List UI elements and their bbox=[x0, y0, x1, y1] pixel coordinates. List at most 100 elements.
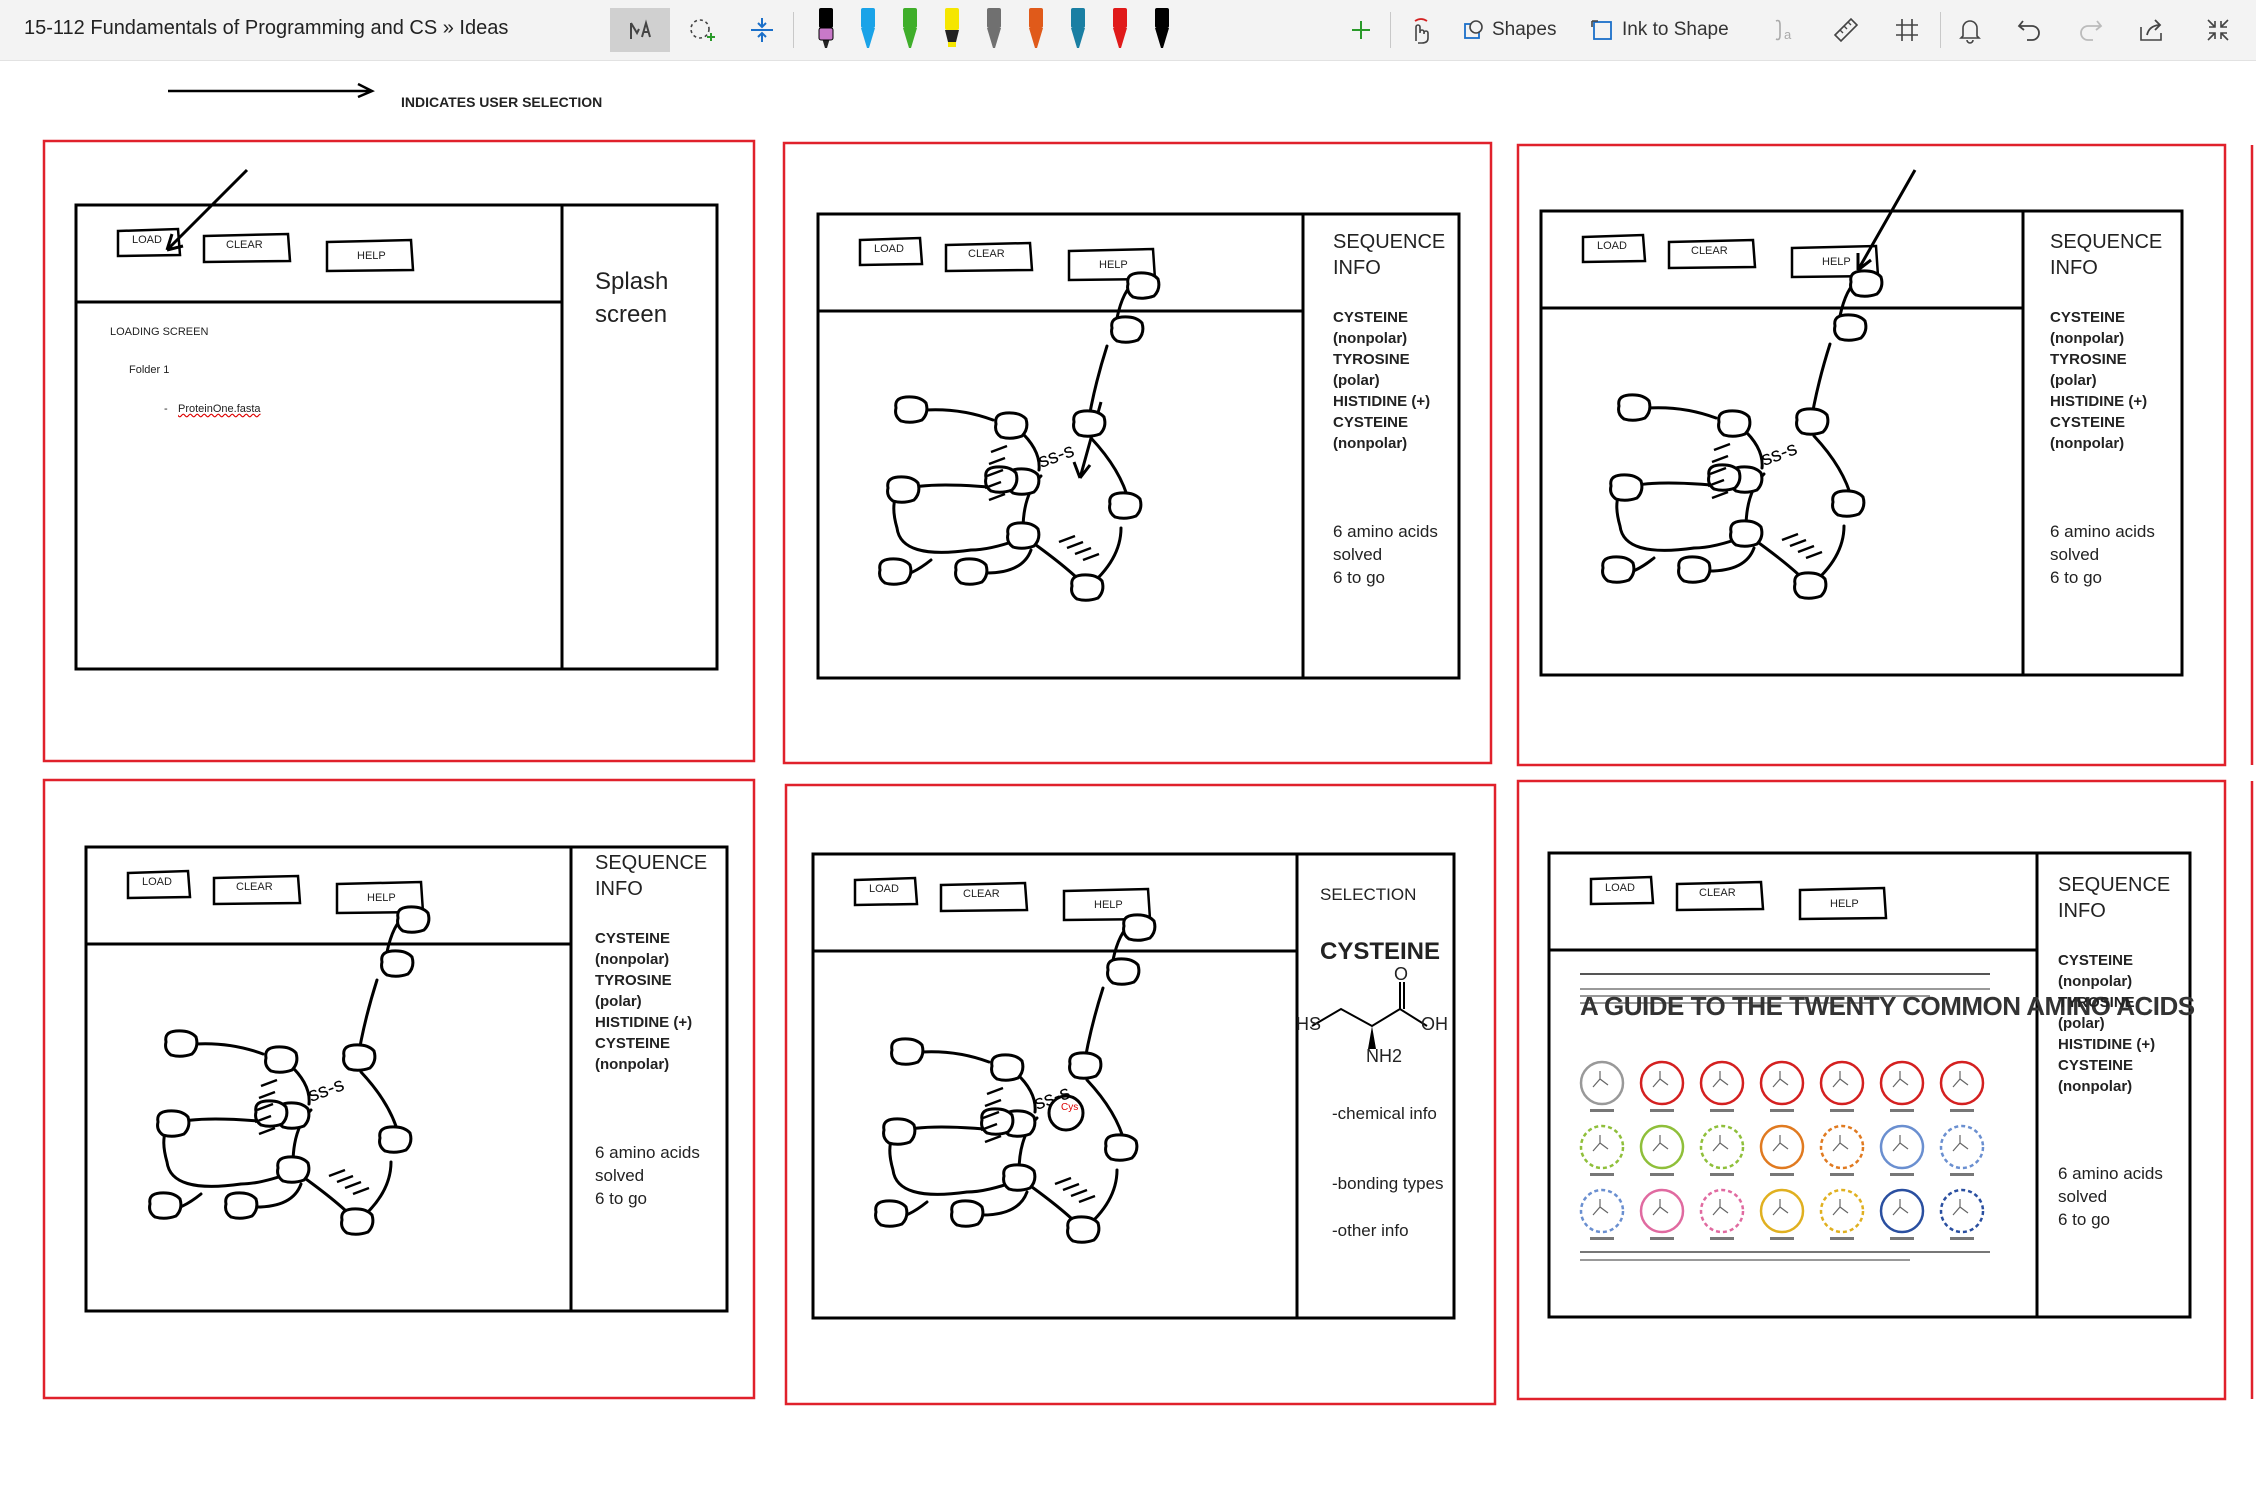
molecule-sketch bbox=[1592, 1199, 1609, 1216]
pen-icon bbox=[1029, 8, 1043, 48]
help-button[interactable]: HELP bbox=[1830, 898, 1859, 910]
amino-acid-node bbox=[1849, 269, 1884, 298]
amino-acid-node bbox=[1609, 473, 1644, 502]
grid-button[interactable] bbox=[1887, 8, 1927, 52]
amino-acid-icon bbox=[1639, 1060, 1685, 1106]
pen-7[interactable] bbox=[1062, 8, 1094, 52]
add-space-button[interactable] bbox=[740, 8, 784, 52]
load-button[interactable]: LOAD bbox=[132, 234, 162, 246]
pen-icon bbox=[1113, 8, 1127, 48]
selection-arrow-load bbox=[165, 168, 249, 252]
amino-acid-icon bbox=[1819, 1124, 1865, 1170]
clear-button[interactable]: CLEAR bbox=[226, 239, 263, 251]
pen-6[interactable] bbox=[1020, 8, 1052, 52]
clear-button[interactable]: CLEAR bbox=[1691, 245, 1728, 257]
sequence-info-title: SEQUENCE INFO bbox=[2058, 874, 2171, 922]
load-button[interactable]: LOAD bbox=[1605, 882, 1635, 894]
clear-button[interactable]: CLEAR bbox=[963, 888, 1000, 900]
atom-nh2: NH2 bbox=[1366, 1046, 1403, 1066]
molecule-sketch bbox=[1652, 1199, 1669, 1216]
share-button[interactable] bbox=[2130, 8, 2174, 52]
splash-screen-label: Splash screen bbox=[595, 268, 669, 328]
other-info-label: -other info bbox=[1332, 1221, 1409, 1240]
file-item[interactable]: ProteinOne.fasta bbox=[178, 403, 261, 415]
load-button[interactable]: LOAD bbox=[1597, 240, 1627, 252]
selection-title: SELECTION bbox=[1320, 885, 1417, 904]
help-button[interactable]: HELP bbox=[1099, 259, 1128, 271]
notifications-button[interactable] bbox=[1950, 8, 1990, 52]
undo-button[interactable] bbox=[2010, 8, 2050, 52]
pen-5[interactable] bbox=[978, 8, 1010, 52]
amino-acid-node bbox=[1677, 555, 1712, 584]
clear-button[interactable]: CLEAR bbox=[968, 248, 1005, 260]
shapes-button[interactable]: Shapes bbox=[1462, 8, 1562, 52]
amino-acid-caption bbox=[1650, 1109, 1674, 1112]
amino-acid-icon bbox=[1699, 1060, 1745, 1106]
pen-3[interactable] bbox=[894, 8, 926, 52]
disulfide-bond-mark: ss-s bbox=[1035, 439, 1077, 472]
help-button[interactable]: HELP bbox=[357, 250, 386, 262]
amino-acid-count: 6 amino acids solved 6 to go bbox=[2050, 522, 2155, 587]
amino-acid-node bbox=[1617, 393, 1652, 422]
amino-acid-node bbox=[340, 1207, 375, 1236]
ink-text-icon bbox=[630, 19, 651, 39]
ruler-button[interactable] bbox=[1826, 8, 1866, 52]
pen-8[interactable] bbox=[1104, 8, 1136, 52]
amino-acid-caption bbox=[1830, 1173, 1854, 1176]
amino-acid-node bbox=[994, 411, 1029, 440]
ink-to-math-button[interactable]: a bbox=[1765, 8, 1805, 52]
amino-acid-icon bbox=[1879, 1188, 1925, 1234]
chemical-info-label: -chemical info bbox=[1332, 1104, 1437, 1123]
clear-button[interactable]: CLEAR bbox=[1699, 887, 1736, 899]
hydrogen-bond-mark bbox=[1070, 1188, 1088, 1198]
ink-text-button[interactable] bbox=[610, 8, 670, 52]
redo-button[interactable] bbox=[2070, 8, 2110, 52]
molecule-sketch bbox=[1592, 1071, 1609, 1088]
load-button[interactable]: LOAD bbox=[874, 243, 904, 255]
help-button[interactable]: HELP bbox=[1094, 899, 1123, 911]
pen-9[interactable] bbox=[1146, 8, 1178, 52]
amino-acid-caption bbox=[1950, 1237, 1974, 1240]
hydrogen-bond-mark bbox=[1789, 538, 1807, 548]
pen-4[interactable] bbox=[936, 8, 968, 52]
amino-acid-node bbox=[1106, 957, 1141, 986]
pen-1[interactable] bbox=[810, 8, 842, 52]
sequence-info-list: CYSTEINE (nonpolar) TYROSINE (polar) HIS… bbox=[1333, 309, 1431, 452]
svg-text:a: a bbox=[1784, 27, 1792, 42]
amino-acid-icon bbox=[1699, 1124, 1745, 1170]
hydrogen-bond-mark bbox=[1713, 442, 1731, 452]
lasso-select-button[interactable] bbox=[680, 8, 724, 52]
molecule-sketch bbox=[1952, 1071, 1969, 1088]
molecule-sketch bbox=[1652, 1071, 1669, 1088]
pen-icon bbox=[945, 8, 959, 47]
disulfide-bond-mark: ss-s bbox=[305, 1073, 347, 1106]
amino-acid-caption bbox=[1950, 1109, 1974, 1112]
space-icon bbox=[751, 18, 773, 42]
pen-2[interactable] bbox=[852, 8, 884, 52]
amino-acid-node bbox=[1070, 573, 1105, 602]
amino-acid-icon bbox=[1939, 1188, 1985, 1234]
hydrogen-bond-mark bbox=[336, 1174, 354, 1184]
amino-acid-caption bbox=[1650, 1173, 1674, 1176]
add-pen-button[interactable] bbox=[1344, 8, 1378, 52]
load-button[interactable]: LOAD bbox=[142, 876, 172, 888]
pen-icon bbox=[1071, 8, 1085, 48]
notebook-canvas[interactable]: ss-s ss-s ss-s ss-s INDICATES USER SELECTIO… bbox=[0, 61, 2256, 1504]
collapse-ribbon-button[interactable] bbox=[2196, 8, 2240, 52]
help-button[interactable]: HELP bbox=[367, 892, 396, 904]
load-button[interactable]: LOAD bbox=[869, 883, 899, 895]
touch-draw-button[interactable] bbox=[1400, 8, 1440, 52]
bell-icon bbox=[1959, 20, 1981, 44]
ink-to-shape-button[interactable]: Ink to Shape bbox=[1590, 8, 1740, 52]
molecule-sketch bbox=[1952, 1135, 1969, 1152]
folder-item[interactable]: Folder 1 bbox=[129, 364, 169, 376]
guide-footer-text bbox=[1580, 1259, 1910, 1261]
pen-icon bbox=[861, 8, 875, 48]
ruler-icon bbox=[1833, 17, 1859, 43]
amino-acid-caption bbox=[1890, 1173, 1914, 1176]
clear-button[interactable]: CLEAR bbox=[236, 881, 273, 893]
amino-acid-icon bbox=[1759, 1060, 1805, 1106]
pen-icon bbox=[818, 8, 834, 48]
help-button[interactable]: HELP bbox=[1822, 256, 1851, 268]
hydrogen-bond-mark bbox=[988, 492, 1006, 502]
